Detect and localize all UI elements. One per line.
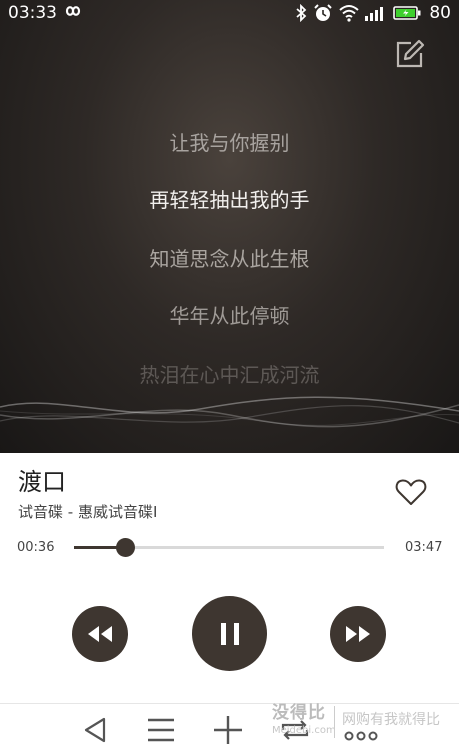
lyric-line: 华年从此停顿 xyxy=(169,304,290,328)
lyric-line: 让我与你握别 xyxy=(169,131,290,155)
alarm-icon xyxy=(314,4,333,21)
song-title: 渡口 xyxy=(18,468,66,496)
watermark-divider xyxy=(334,706,335,738)
progress-thumb[interactable] xyxy=(115,538,135,557)
heart-outline-icon[interactable] xyxy=(394,476,428,508)
wifi-icon xyxy=(339,5,360,22)
lyric-line-current: 再轻轻抽出我的手 xyxy=(149,188,310,212)
current-time: 00:36 xyxy=(17,540,55,555)
progress-slider[interactable] xyxy=(74,538,384,557)
bluetooth-icon xyxy=(296,4,307,22)
watermark-url: Meidebi.com xyxy=(272,725,336,736)
previous-button[interactable] xyxy=(72,606,128,662)
song-subtitle: 试音碟 - 惠威试音碟I xyxy=(18,503,158,521)
back-icon[interactable] xyxy=(82,712,110,748)
watermark-logo: 没得比 xyxy=(272,703,326,723)
infinity-icon xyxy=(65,6,81,16)
rewind-icon xyxy=(88,626,112,642)
status-bar: 03:33 80 xyxy=(0,0,459,26)
status-time: 03:33 xyxy=(8,3,57,23)
signal-icon xyxy=(365,7,384,21)
lyric-line: 知道思念从此生根 xyxy=(149,247,310,271)
menu-icon[interactable] xyxy=(146,712,176,748)
fast-forward-icon xyxy=(346,626,370,642)
waveform-decoration xyxy=(0,396,459,428)
edit-icon[interactable] xyxy=(393,38,425,70)
battery-level: 80 xyxy=(429,3,451,23)
total-time: 03:47 xyxy=(405,540,443,555)
lyrics-panel: 03:33 80 让我与你握别 再轻轻抽出我的手 知道思念从此生根 华年从此停顿… xyxy=(0,0,459,453)
battery-icon xyxy=(393,6,421,20)
plus-icon[interactable] xyxy=(213,712,243,748)
watermark-slogan: 网购有我就得比 xyxy=(342,712,440,728)
pause-icon xyxy=(220,622,239,645)
next-button[interactable] xyxy=(330,606,386,662)
watermark: 没得比 Meidebi.com 网购有我就得比 xyxy=(270,702,459,746)
play-pause-button[interactable] xyxy=(192,596,267,671)
status-icons: 80 xyxy=(295,2,451,24)
